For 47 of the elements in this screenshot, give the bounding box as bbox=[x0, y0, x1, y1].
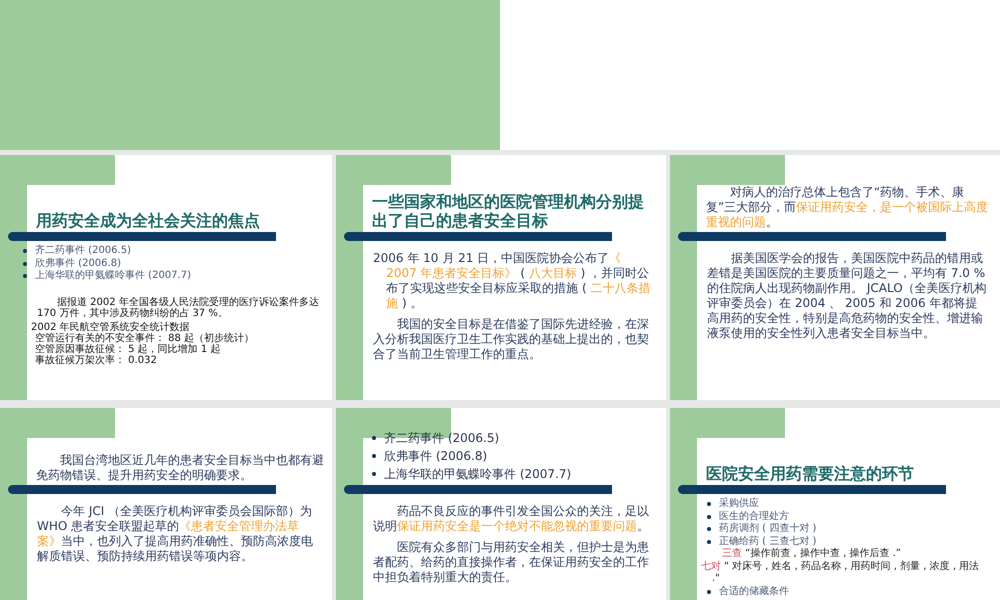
bullet-icon bbox=[23, 274, 27, 278]
text-line: 空管原因事故征候： 5 起，同比增加 1 起 bbox=[34, 344, 222, 354]
paragraph: 医院有众多部门与用药安全相关，但护士是为患者配药、给药的直接操作者，在保证用药安全的工作中担负着特别重大的责任。 bbox=[373, 540, 650, 585]
bullet-text: 上海华联的甲氨蝶呤事件 (2007.7) bbox=[35, 270, 191, 282]
paragraph: 2006 年 10 月 21 日，中国医院协会公布了《 2007 年患者安全目标》 ( 八大目标 ) ，并同时公布了实现这些安全目标应采取的措施 ( 二十八条措施 ) 。 bbox=[373, 251, 652, 311]
bullet-text: 上海华联的甲氨蝶呤事件 (2007.7) bbox=[384, 466, 572, 483]
bullet-text: 齐二药事件 (2006.5) bbox=[384, 430, 500, 447]
text-line: 事故征候万架次率： 0.032 bbox=[34, 354, 158, 366]
bullet-icon bbox=[23, 249, 27, 254]
paragraph: 对病人的治疗总体上包含了“药物、手术、康复”三大部分，而保证用药安全，是一个被国际上高度重视的问题。 bbox=[706, 185, 990, 230]
slide-thumbnail[interactable]: 我国台湾地区近几年的患者安全目标当中也都有避免药物错误、提升用药安全的明确要求。 今年 JCI （全美医疗机构评审委员会国际部）为 WHO 患者安全联盟起草的《患者安全管理办法草案》当中，也列入了提高用药准确性、预防高浓度电解质错误、预防持续用药错误等项内容。 bbox=[0, 408, 332, 600]
slide-title: 一些国家和地区的医院管理机构分别提出了自己的患者安全目标 bbox=[372, 192, 645, 230]
bullet-text: 齐二药事件 (2006.5) bbox=[35, 245, 131, 258]
text-line: 2002 年民航空管系统安全统计数据 bbox=[31, 322, 191, 332]
paragraph: 七对 " 对床号 , 姓名 , 药品名称 , 用药时间 , 剂量 , 浓度 , 用法 ." bbox=[701, 560, 980, 586]
bullet-icon bbox=[707, 527, 711, 532]
bullet-text: 药房调剂 ( 四查十对 ) bbox=[719, 523, 816, 536]
bullet-icon bbox=[372, 472, 376, 476]
text-line: 空管运行有关的不安全事件： 88 起（初步统计） bbox=[34, 332, 256, 344]
paragraph: 今年 JCI （全美医疗机构评审委员会国际部）为 WHO 患者安全联盟起草的《患者安全管理办法草案》当中，也列入了提高用药准确性、预防高浓度电解质错误、预防持续用药错误等项内容。 bbox=[37, 504, 314, 564]
bullet-text: 医生的合理处方 bbox=[719, 510, 789, 522]
slide-thumbnail[interactable]: 一些国家和地区的医院管理机构分别提出了自己的患者安全目标 2006 年 10 月 21 日，中国医院协会公布了《 2007 年患者安全目标》 ( 八大目标 ) ，并同时公布了实现这些安全目标应采取的措施 ( 二十八条措施 ) 。 我国的安全目标是在借鉴了国际先进经验，在深入分析我国医疗卫生工作实践的基础上提出的，也契合了当前卫生管理工作的重点。 bbox=[336, 155, 666, 400]
paragraph: 我国的安全目标是在借鉴了国际先进经验，在深入分析我国医疗卫生工作实践的基础上提出的，也契合了当前卫生管理工作的重点。 bbox=[373, 317, 650, 362]
bullet-icon bbox=[23, 262, 27, 266]
bullet-icon bbox=[707, 540, 711, 544]
slide-thumbnail[interactable]: 齐二药事件 (2006.5) 欣弗事件 (2006.8) 上海华联的甲氨蝶呤事件 (2007.7) 药品不良反应的事件引发全国公众的关注，足以说明保证用药安全是一个绝对不能忽视的重要问题。 医院有众多部门与用药安全相关，但护士是为患者配药、给药的直接操作者，在保证用药安全的工作中担负着特别重大的责任。 bbox=[336, 408, 666, 600]
bullet-text: 欣弗事件 (2006.8) bbox=[35, 258, 121, 270]
paragraph: 据美国医学会的报告，美国医院中药品的错用或差错是美国医院的主要质量问题之一，平均有 7.0 %的住院病人出现药物副作用。 JCALO（全美医疗机构评审委员会）在 2004 、 2005 和 2006 年都将提高用药的安全性，特别是高危药物的安全性、增进输液泵使用的安全性列入患者安全目标当中。 bbox=[707, 251, 988, 341]
slide-thumbnail[interactable]: 医院安全用药需要注意的环节 采购供应 医生的合理处方 药房调剂 ( 四查十对 ) 正确给药 ( 三查七对 ) 三查 “操作前查 , 操作中查 , 操作后查 .” 七对 " 对床号 , 姓名 , 药品名称 , 用药时间 , 剂量 , 浓度 , 用法 ." 合适的储藏条件 bbox=[670, 408, 1000, 600]
bullet-text: 欣弗事件 (2006.8) bbox=[384, 448, 488, 465]
paragraph: 据报道 2002 年全国各级人民法院受理的医疗诉讼案件多达 170 万件，其中涉及药物纠纷的占 37 %。 bbox=[37, 296, 320, 318]
slide-title: 用药安全成为全社会关注的焦点 bbox=[36, 211, 261, 230]
bullet-icon bbox=[707, 590, 711, 594]
bullet-icon bbox=[372, 436, 376, 440]
bullet-icon bbox=[372, 454, 376, 458]
slide-thumbnail[interactable]: 对病人的治疗总体上包含了“药物、手术、康复”三大部分，而保证用药安全，是一个被国际上高度重视的问题。 据美国医学会的报告，美国医院中药品的错用或差错是美国医院的主要质量问题之一，平均有 7.0 %的住院病人出现药物副作用。 JCALO（全美医疗机构评审委员会）在 2004 、 2005 和 2006 年都将提高用药的安全性，特别是高危药物的安全性、增进输液泵使用的安全性列入患者安全目标当中。 bbox=[670, 155, 1000, 400]
slide-thumbnail[interactable] bbox=[0, 0, 1000, 150]
bullet-text: 采购供应 bbox=[719, 498, 759, 510]
bullet-icon bbox=[707, 514, 711, 519]
bullet-icon bbox=[707, 502, 711, 506]
bullet-text: 合适的储藏条件 bbox=[719, 586, 789, 598]
paragraph: 药品不良反应的事件引发全国公众的关注，足以说明保证用药安全是一个绝对不能忽视的重要问题。 bbox=[373, 504, 650, 534]
slide-title: 医院安全用药需要注意的环节 bbox=[706, 464, 915, 483]
paragraph: 三查 “操作前查 , 操作中查 , 操作后查 .” bbox=[721, 548, 902, 560]
bullet-text: 正确给药 ( 三查七对 ) bbox=[719, 536, 816, 548]
paragraph: 我国台湾地区近几年的患者安全目标当中也都有避免药物错误、提升用药安全的明确要求。 bbox=[36, 453, 324, 483]
slide-thumbnail[interactable] bbox=[0, 155, 332, 400]
